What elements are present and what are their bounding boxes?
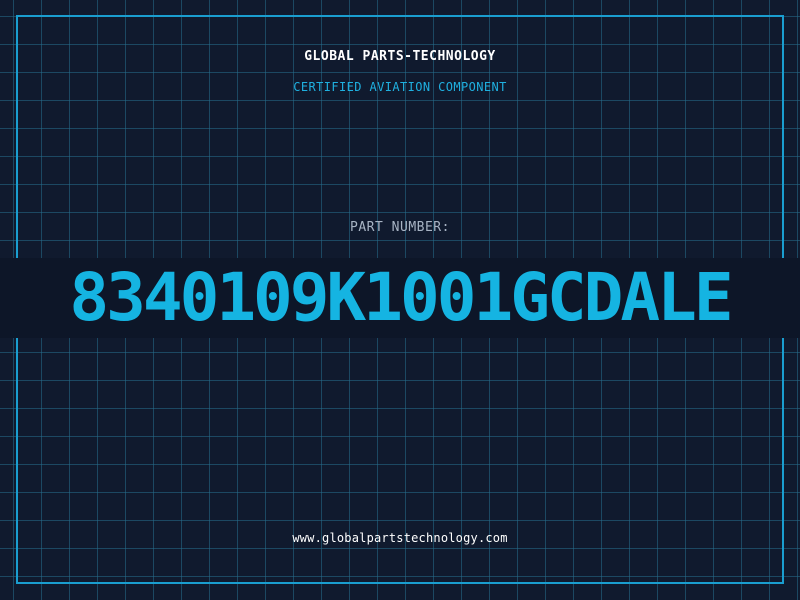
- company-name: GLOBAL PARTS-TECHNOLOGY: [304, 49, 496, 64]
- certification-subtitle: CERTIFIED AVIATION COMPONENT: [293, 80, 507, 94]
- part-number-value: 8340109K1001GCDALE: [69, 259, 733, 336]
- part-number-band: 8340109K1001GCDALE: [0, 258, 800, 338]
- website-url: www.globalpartstechnology.com: [292, 531, 508, 545]
- part-number-label: PART NUMBER:: [350, 220, 450, 235]
